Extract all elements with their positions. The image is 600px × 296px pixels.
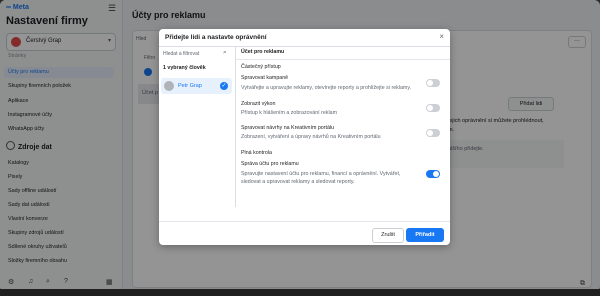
divider <box>159 221 450 222</box>
perm-creative-hub-title: Spravovat návrhy na Kreativním portálu <box>241 125 335 131</box>
toggle-manage-campaigns[interactable] <box>426 79 440 87</box>
perm-manage-campaigns-title: Spravovat kampaně <box>241 75 289 81</box>
avatar <box>164 81 174 91</box>
person-checkbox[interactable]: ✓ <box>220 82 228 90</box>
divider <box>235 59 450 60</box>
dialog-title: Přidejte lidi a nastavte oprávnění <box>165 34 267 41</box>
perm-manage-account-desc-2: sledovat a upravovat reklamy a sledovat … <box>241 179 355 185</box>
full-control-label: Plná kontrola <box>241 150 272 156</box>
partial-access-label: Částečný přístup <box>241 64 281 70</box>
person-name: Petr Grap <box>178 83 202 89</box>
toggle-manage-account[interactable] <box>426 170 440 178</box>
toggle-view-performance[interactable] <box>426 104 440 112</box>
people-search-input[interactable]: Hledat a filtrovat <box>163 51 199 57</box>
close-icon[interactable]: × <box>439 32 444 41</box>
cancel-button[interactable]: Zrušit <box>372 228 404 243</box>
add-people-dialog: Přidejte lidi a nastavte oprávnění × Hle… <box>159 29 450 245</box>
perm-view-performance-desc: Přístup k hlášením a zobrazování reklam <box>241 110 337 116</box>
perm-creative-hub-desc: Zobrazení, vytváření a úpravy návrhů na … <box>241 134 381 140</box>
assign-button[interactable]: Přiřadit <box>406 228 444 242</box>
perm-manage-account-desc: Spravujte nastavení účtu pro reklamu, fi… <box>241 171 401 177</box>
bottom-bar <box>0 289 600 296</box>
perm-view-performance-title: Zobrazit výkon <box>241 101 276 107</box>
app-window: ∞ Meta ☰ Nastavení firmy Čerstvý Grap ▾ … <box>0 0 600 292</box>
people-picker: Hledat a filtrovat ⌕ 1 vybraný člověk ✓ … <box>159 47 236 207</box>
section-ad-account: Účet pro reklamu <box>241 49 285 55</box>
perm-manage-account-title: Správa účtu pro reklamu <box>241 161 299 167</box>
search-icon: ⌕ <box>223 49 227 56</box>
perm-manage-campaigns-desc: Vytvářejte a upravujte reklamy, otevírej… <box>241 85 412 91</box>
toggle-creative-hub[interactable] <box>426 129 440 137</box>
selected-count: 1 vybraný člověk <box>163 65 206 71</box>
